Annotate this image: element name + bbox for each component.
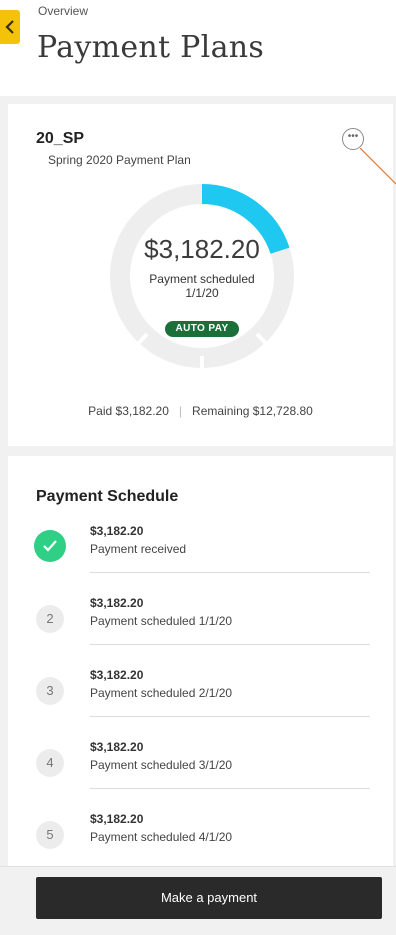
make-payment-button[interactable]: Make a payment [36, 877, 382, 919]
schedule-item[interactable]: 3 $3,182.20 Payment scheduled 2/1/20 [8, 668, 393, 740]
back-button[interactable] [0, 10, 20, 44]
section-divider [8, 446, 393, 456]
autopay-badge: AUTO PAY [165, 321, 239, 337]
schedule-item-status: Payment received [90, 542, 187, 556]
schedule-item-status: Payment scheduled 1/1/20 [90, 614, 233, 628]
row-divider [90, 644, 370, 645]
plan-status-date: 1/1/20 [185, 286, 219, 300]
remaining-total: Remaining $12,728.80 [192, 404, 313, 418]
schedule-item[interactable]: $3,182.20 Payment received [8, 524, 393, 596]
more-options-icon: ••• [347, 131, 359, 142]
plan-status: Payment scheduled [149, 272, 255, 286]
schedule-item-amount: $3,182.20 [90, 524, 144, 538]
plan-name: Spring 2020 Payment Plan [48, 153, 191, 167]
plan-amount: $3,182.20 [144, 234, 260, 264]
schedule-item-number: 2 [36, 605, 64, 633]
schedule-item-amount: $3,182.20 [90, 740, 144, 754]
checkmark-icon [43, 540, 57, 552]
schedule-item-amount: $3,182.20 [90, 596, 144, 610]
schedule-item-amount: $3,182.20 [90, 668, 144, 682]
schedule-item-status: Payment scheduled 4/1/20 [90, 830, 233, 844]
schedule-item[interactable]: 2 $3,182.20 Payment scheduled 1/1/20 [8, 596, 393, 668]
payment-received-badge [34, 530, 66, 562]
payment-plan-card: 20_SP Spring 2020 Payment Plan ••• $3,18… [8, 104, 393, 880]
row-divider [90, 572, 370, 573]
row-divider [90, 788, 370, 789]
schedule-item-status: Payment scheduled 2/1/20 [90, 686, 233, 700]
plan-code: 20_SP [36, 130, 85, 147]
schedule-item-number: 4 [36, 749, 64, 777]
page-title: Payment Plans [37, 30, 265, 65]
plan-totals: Paid $3,182.20 | Remaining $12,728.80 [8, 404, 393, 418]
page-header: Overview Payment Plans [0, 0, 396, 96]
schedule-item-amount: $3,182.20 [90, 812, 144, 826]
schedule-title: Payment Schedule [36, 488, 179, 505]
totals-separator: | [178, 404, 183, 418]
schedule-item-number: 5 [36, 821, 64, 849]
schedule-item-number: 3 [36, 677, 64, 705]
schedule-item[interactable]: 4 $3,182.20 Payment scheduled 3/1/20 [8, 740, 393, 812]
chevron-left-icon [5, 20, 14, 34]
paid-total: Paid $3,182.20 [88, 404, 169, 418]
annotation-pointer [360, 148, 396, 185]
breadcrumb[interactable]: Overview [38, 4, 88, 18]
row-divider [90, 716, 370, 717]
more-options-button[interactable]: ••• [342, 128, 364, 150]
schedule-item-status: Payment scheduled 3/1/20 [90, 758, 233, 772]
